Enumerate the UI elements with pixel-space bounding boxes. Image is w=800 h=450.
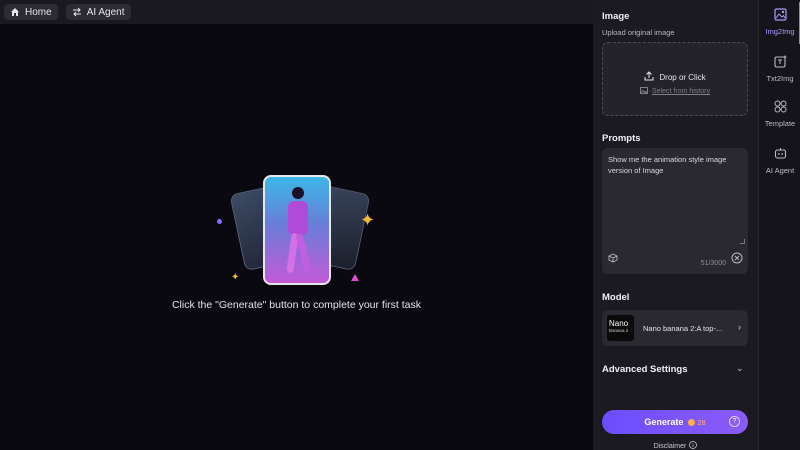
history-label: Select from history <box>652 88 710 95</box>
generate-label: Generate <box>644 417 684 427</box>
image-section-subtitle: Upload original image <box>602 28 675 37</box>
sparkle-icon-small: ✦ <box>231 272 240 283</box>
credit-badge: 28 <box>688 417 706 427</box>
top-bar: Home AI Agent <box>0 0 593 24</box>
tab-template[interactable]: Template <box>759 100 800 128</box>
home-icon <box>10 7 20 17</box>
tab-txt2img[interactable]: Txt2Img <box>759 55 800 83</box>
model-name: Nano banana 2:A top-... <box>643 324 723 333</box>
help-icon[interactable]: ? <box>729 416 740 427</box>
triangle-decoration <box>351 274 359 281</box>
empty-state-message: Click the "Generate" button to complete … <box>171 299 422 311</box>
model-thumbnail: Nano Banana 2 <box>607 315 634 341</box>
resize-handle[interactable] <box>740 239 745 244</box>
prompt-textarea[interactable]: Show me the animation style image versio… <box>602 148 748 274</box>
mode-tabs: Img2Img Txt2Img Template AI Agent <box>758 0 800 450</box>
image-edit-icon <box>773 8 787 23</box>
image-section-title: Image <box>602 11 630 22</box>
chevron-right-icon: › <box>738 322 741 332</box>
prompts-section-title: Prompts <box>602 133 641 144</box>
ai-agent-label: AI Agent <box>86 6 125 18</box>
template-grid-icon <box>774 100 787 115</box>
generate-button[interactable]: Generate 28 ? <box>602 410 748 434</box>
disclaimer-link[interactable]: Disclaimer <box>593 441 758 450</box>
prompt-character-count: 51/3000 <box>700 260 726 267</box>
home-label: Home <box>25 6 52 18</box>
history-image-icon <box>640 87 649 96</box>
tab-label: Template <box>764 119 796 128</box>
sparkle-icon: ✦ <box>360 210 376 230</box>
home-button[interactable]: Home <box>4 4 58 20</box>
upload-icon <box>644 71 654 83</box>
drop-or-click-label: Drop or Click <box>659 72 706 82</box>
image-upload-area[interactable]: Drop or Click Select from history <box>602 42 748 116</box>
tab-label: Txt2Img <box>766 74 794 83</box>
text-image-icon <box>773 55 787 70</box>
robot-icon <box>774 147 787 162</box>
credit-count: 28 <box>697 417 706 427</box>
character-figure <box>283 187 313 277</box>
prompt-text: Show me the animation style image versio… <box>608 155 727 175</box>
disclaimer-label: Disclaimer <box>653 442 687 450</box>
dot-decoration <box>217 219 222 224</box>
tab-label: AI Agent <box>765 166 795 175</box>
tab-ai-agent[interactable]: AI Agent <box>759 147 800 175</box>
select-from-history-link[interactable]: Select from history <box>603 87 747 96</box>
chevron-down-icon[interactable]: ⌄ <box>736 363 744 374</box>
model-section-title: Model <box>602 292 630 303</box>
coin-icon <box>688 418 696 426</box>
tab-label: Img2Img <box>765 27 795 36</box>
illustration-card-front <box>263 175 331 285</box>
clear-prompt-icon[interactable] <box>731 251 743 269</box>
settings-panel: Image Upload original image Drop or Clic… <box>593 0 758 450</box>
swap-icon <box>72 7 82 17</box>
tab-img2img[interactable]: Img2Img <box>759 2 800 44</box>
info-icon <box>689 441 698 450</box>
model-selector[interactable]: Nano Banana 2 Nano banana 2:A top-... › <box>602 310 748 346</box>
prompt-enhance-icon[interactable] <box>608 250 618 268</box>
ai-agent-button[interactable]: AI Agent <box>65 4 131 20</box>
empty-state-illustration: ✦ ✦ <box>215 175 385 290</box>
advanced-settings-toggle[interactable]: Advanced Settings <box>602 364 688 375</box>
